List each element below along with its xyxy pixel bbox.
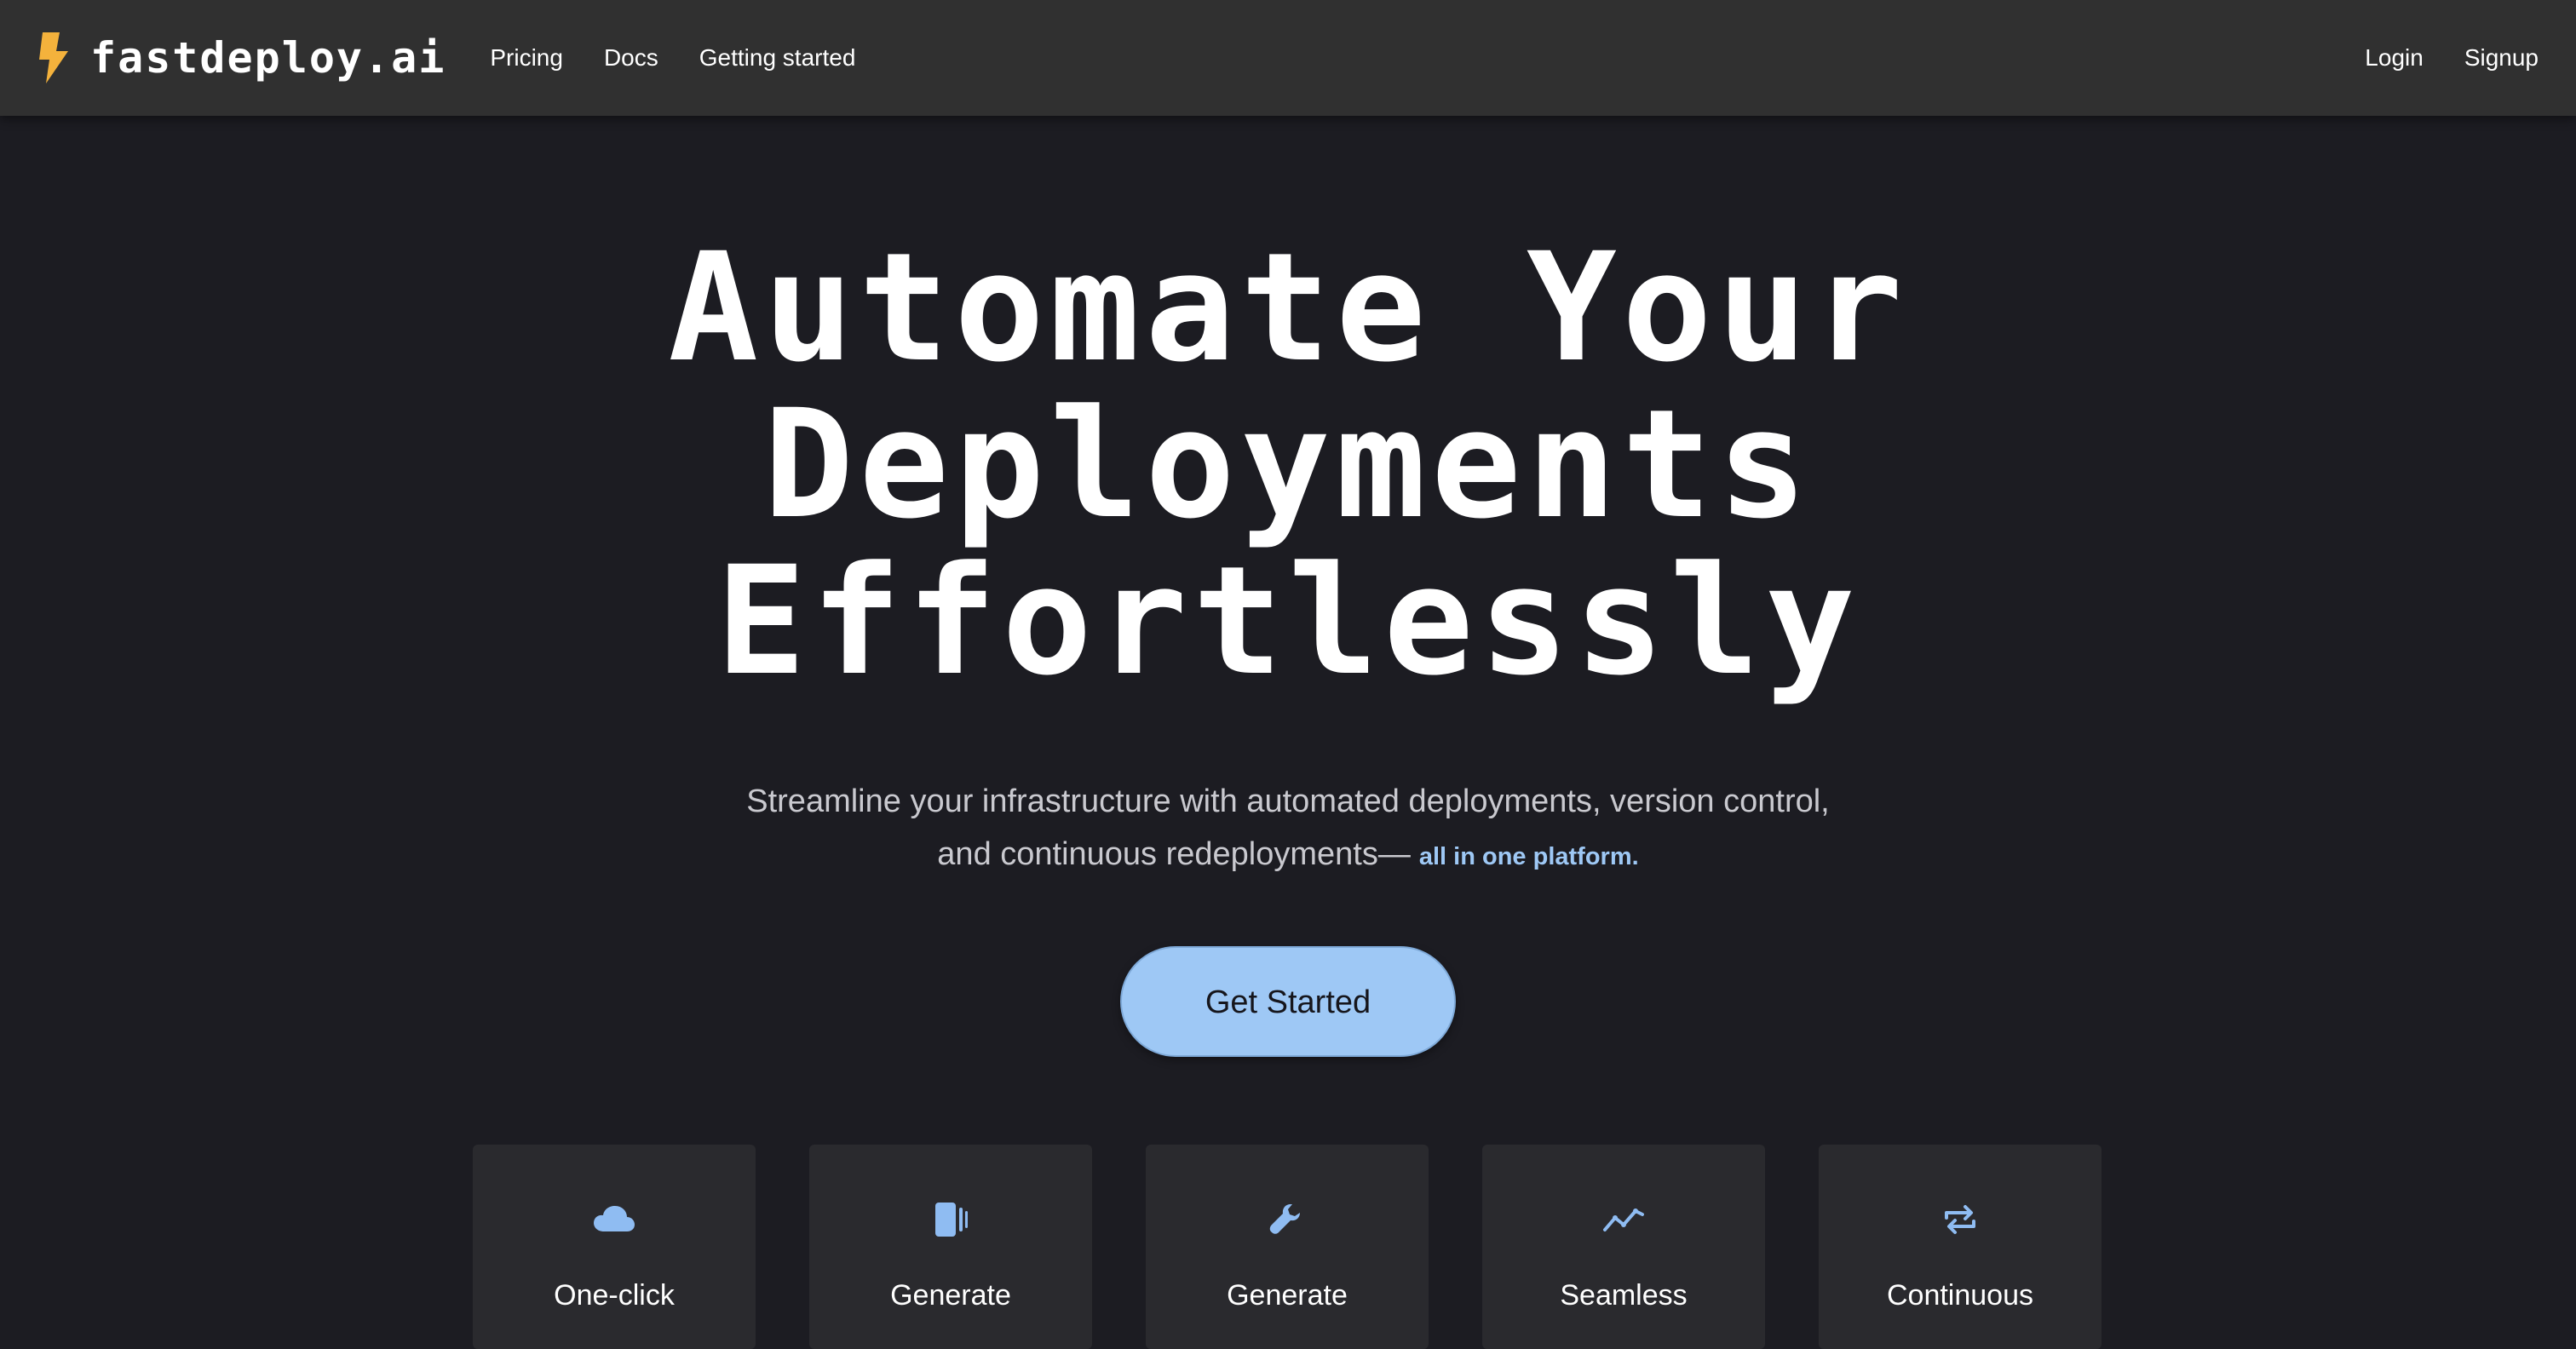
subhead-accent: all in one platform. bbox=[1418, 843, 1639, 870]
feature-card-seamless[interactable]: Seamless bbox=[1482, 1145, 1765, 1349]
brand-logo-link[interactable]: fastdeploy.ai bbox=[37, 32, 446, 83]
feature-title: Generate bbox=[890, 1279, 1011, 1312]
feature-title: Seamless bbox=[1560, 1279, 1688, 1312]
headline-line-2: Deployments bbox=[763, 377, 1813, 552]
top-navbar: fastdeploy.ai Pricing Docs Getting start… bbox=[0, 0, 2576, 116]
signup-link[interactable]: Signup bbox=[2464, 44, 2539, 72]
brand-name: fastdeploy.ai bbox=[90, 33, 446, 83]
headline-line-1: Automate Your bbox=[668, 221, 1908, 395]
feature-title: Generate bbox=[1227, 1279, 1348, 1312]
nav-link-getting-started[interactable]: Getting started bbox=[699, 44, 856, 72]
repeat-icon bbox=[1945, 1205, 1975, 1234]
feature-card-continuous[interactable]: Continuous bbox=[1819, 1145, 2102, 1349]
nav-link-pricing[interactable]: Pricing bbox=[490, 44, 563, 72]
auth-links: Login Signup bbox=[2324, 44, 2539, 72]
trend-line-icon bbox=[1603, 1208, 1644, 1231]
login-link[interactable]: Login bbox=[2365, 44, 2424, 72]
feature-title: Continuous bbox=[1886, 1279, 2033, 1312]
lightning-bolt-icon bbox=[39, 32, 68, 83]
hero-headline: Automate Your Deployments Effortlessly bbox=[479, 230, 2097, 700]
wrench-icon bbox=[1269, 1204, 1300, 1234]
cloud-icon bbox=[594, 1206, 635, 1231]
feature-cards: One-click Generate Generate Seamless Con… bbox=[473, 1145, 2102, 1349]
hero-subheading: Streamline your infrastructure with auto… bbox=[692, 775, 1884, 883]
main-nav: Pricing Docs Getting started bbox=[490, 44, 896, 72]
hero-section: Automate Your Deployments Effortlessly S… bbox=[0, 116, 2576, 1057]
device-icon bbox=[935, 1203, 968, 1237]
feature-card-generate-1[interactable]: Generate bbox=[809, 1145, 1092, 1349]
subhead-line-1: Streamline your infrastructure with auto… bbox=[746, 784, 1830, 819]
feature-title: One-click bbox=[554, 1279, 675, 1312]
subhead-line-2: and continuous redeployments— bbox=[937, 836, 1411, 872]
get-started-button[interactable]: Get Started bbox=[1120, 946, 1456, 1057]
feature-card-one-click[interactable]: One-click bbox=[473, 1145, 756, 1349]
nav-link-docs[interactable]: Docs bbox=[604, 44, 658, 72]
headline-line-3: Effortlessly bbox=[716, 534, 1860, 709]
feature-card-generate-2[interactable]: Generate bbox=[1146, 1145, 1429, 1349]
